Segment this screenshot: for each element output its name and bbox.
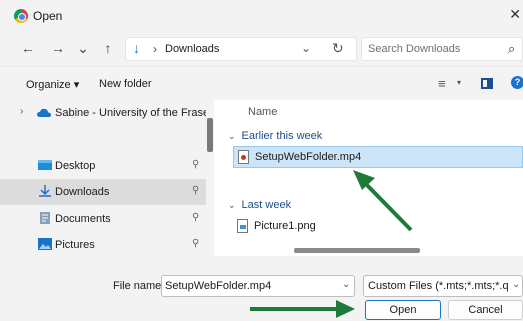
group-label: Earlier this week — [241, 130, 323, 142]
breadcrumb-separator-icon: › — [153, 42, 157, 56]
address-dropdown-icon[interactable]: ⌄ — [301, 41, 311, 55]
pin-icon: ⚲ — [192, 185, 200, 196]
up-arrow-icon[interactable]: ↑ — [99, 39, 117, 57]
file-name: Picture1.png — [254, 220, 316, 232]
sidebar-item-pictures[interactable]: Pictures ⚲ — [0, 232, 206, 256]
file-item-picture1[interactable]: Picture1.png — [233, 216, 523, 238]
preview-pane-icon[interactable] — [481, 78, 493, 89]
file-list: Name ⌄ Earlier this week SetupWebFolder.m… — [214, 100, 523, 256]
help-icon[interactable]: ? — [511, 76, 523, 89]
search-icon[interactable]: ⌕ — [508, 41, 515, 57]
file-name-value[interactable]: SetupWebFolder.mp4 — [165, 280, 271, 292]
sidebar-item-label: Documents — [55, 213, 111, 225]
sidebar-item-label: Desktop — [55, 160, 96, 172]
organize-button[interactable]: Organize ▾ — [26, 78, 79, 91]
video-file-icon — [238, 150, 249, 164]
cloud-icon — [37, 108, 51, 117]
download-icon — [39, 185, 51, 197]
navigation-bar: ← → ⌄ ↑ ↓ › Downloads ⌄ ↻ Search Downloa… — [0, 32, 523, 66]
view-options-icon[interactable]: ≡ — [438, 76, 446, 91]
close-icon[interactable]: ✕ — [509, 6, 521, 23]
title-bar: Open ✕ — [0, 0, 523, 32]
sidebar-item-label: Downloads — [55, 186, 110, 198]
group-header-last-week[interactable]: ⌄ Last week — [228, 199, 291, 211]
new-folder-button[interactable]: New folder — [99, 78, 152, 90]
file-name-field[interactable]: SetupWebFolder.mp4 ⌄ — [161, 275, 355, 297]
view-dropdown-icon[interactable]: ▾ — [457, 78, 461, 87]
horizontal-scrollbar[interactable] — [294, 248, 420, 253]
pictures-icon — [38, 238, 52, 250]
recent-locations-icon[interactable]: ⌄ — [74, 39, 92, 57]
file-type-dropdown-icon[interactable]: ⌄ — [512, 279, 520, 290]
expand-chevron-icon[interactable]: › — [20, 106, 23, 117]
breadcrumb-downloads[interactable]: Downloads — [165, 43, 219, 55]
collapse-chevron-icon: ⌄ — [228, 200, 236, 210]
chrome-icon — [14, 9, 28, 23]
command-bar: Organize ▾ New folder ≡ ▾ ? — [0, 66, 523, 100]
sidebar-item-documents[interactable]: Documents ⚲ — [0, 206, 206, 232]
file-type-select[interactable]: Custom Files (*.mts;*.mts;*.qt;*. ⌄ — [363, 275, 523, 297]
file-item-setupwebfolder[interactable]: SetupWebFolder.mp4 — [233, 146, 523, 168]
sidebar-item-desktop[interactable]: Desktop ⚲ — [0, 153, 206, 179]
search-box[interactable]: Search Downloads ⌕ — [361, 37, 523, 61]
navigation-scrollbar[interactable] — [207, 118, 213, 152]
group-header-earlier-this-week[interactable]: ⌄ Earlier this week — [228, 130, 322, 142]
refresh-icon[interactable]: ↻ — [332, 40, 344, 57]
document-icon — [40, 212, 50, 224]
sidebar-item-label: Pictures — [55, 239, 95, 251]
collapse-chevron-icon: ⌄ — [228, 131, 236, 141]
download-icon: ↓ — [133, 40, 140, 56]
image-file-icon — [237, 219, 248, 233]
sidebar-item-downloads[interactable]: Downloads ⚲ — [0, 179, 206, 205]
navigation-pane: › Sabine - University of the Fraser V De… — [0, 100, 206, 256]
cancel-button[interactable]: Cancel — [448, 300, 523, 320]
group-label: Last week — [241, 199, 292, 211]
sidebar-item-label: Sabine - University of the Fraser V — [55, 107, 206, 119]
back-arrow-icon[interactable]: ← — [19, 39, 37, 57]
pin-icon: ⚲ — [192, 159, 200, 170]
window-title: Open — [33, 9, 63, 23]
file-type-value: Custom Files (*.mts;*.mts;*.qt;*. — [368, 280, 508, 292]
file-name: SetupWebFolder.mp4 — [255, 151, 362, 163]
forward-arrow-icon[interactable]: → — [49, 39, 67, 57]
file-name-dropdown-icon[interactable]: ⌄ — [342, 279, 350, 290]
search-input[interactable]: Search Downloads — [368, 43, 460, 55]
file-name-label: File name: — [113, 280, 165, 292]
pin-icon: ⚲ — [192, 238, 200, 249]
open-button[interactable]: Open — [365, 300, 441, 320]
dialog-footer: File name: SetupWebFolder.mp4 ⌄ Custom F… — [0, 256, 523, 321]
column-header-name[interactable]: Name — [248, 106, 277, 118]
address-bar[interactable]: ↓ › Downloads ⌄ ↻ — [125, 37, 357, 61]
desktop-icon — [38, 160, 52, 170]
sidebar-item-onedrive[interactable]: › Sabine - University of the Fraser V — [0, 100, 206, 126]
pin-icon: ⚲ — [192, 212, 200, 223]
